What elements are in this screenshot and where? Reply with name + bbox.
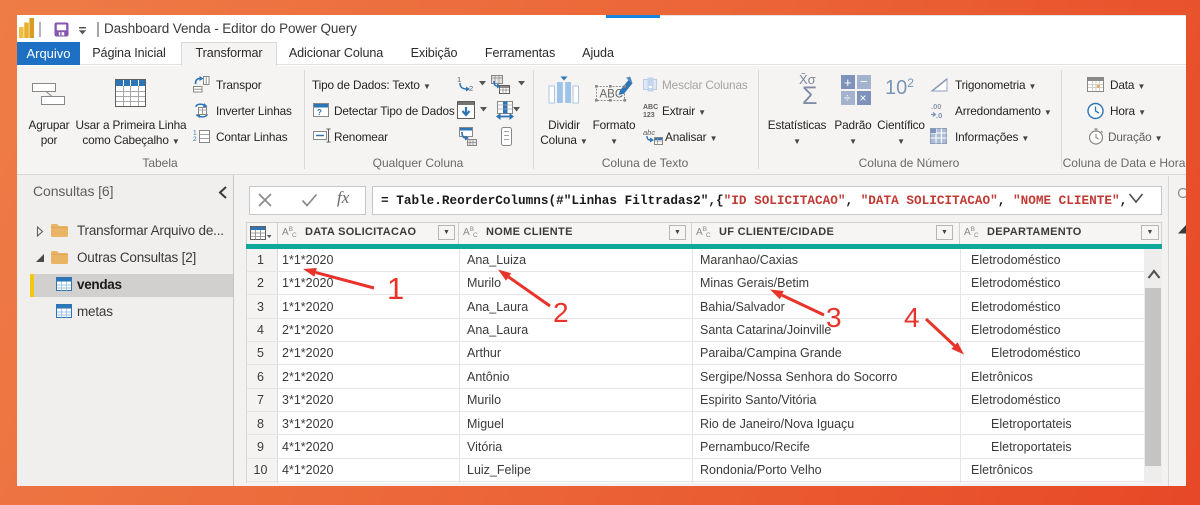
- svg-text:1: 1: [387, 271, 404, 306]
- svg-text:4: 4: [904, 302, 920, 333]
- svg-text:3: 3: [826, 302, 842, 333]
- svg-text:2: 2: [553, 297, 569, 328]
